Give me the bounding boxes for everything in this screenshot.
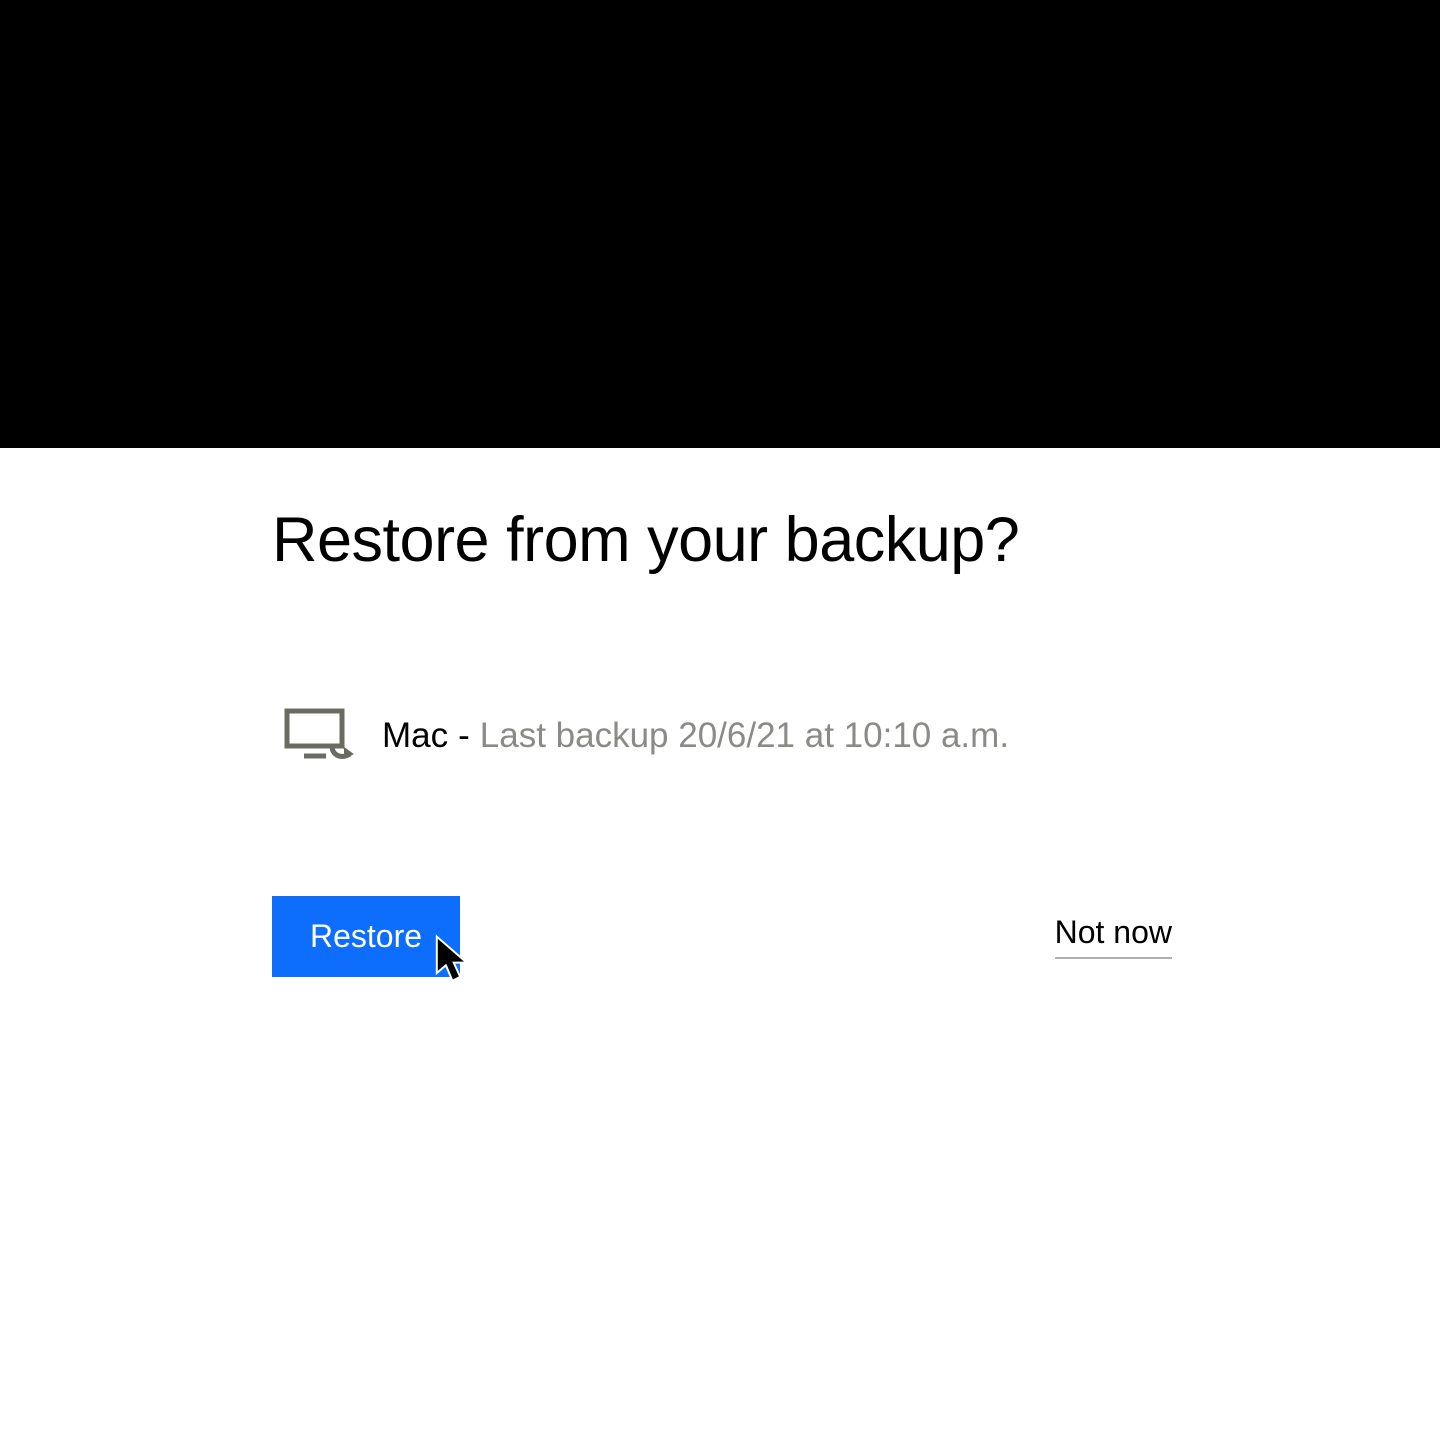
- restore-button[interactable]: Restore: [272, 896, 460, 977]
- backup-info-row: Mac - Last backup 20/6/21 at 10:10 a.m.: [284, 706, 1440, 766]
- monitor-backup-icon: [284, 706, 354, 766]
- backup-text: Mac - Last backup 20/6/21 at 10:10 a.m.: [382, 716, 1009, 756]
- dialog-content: Restore from your backup? Mac - Last bac…: [0, 448, 1440, 977]
- separator: -: [458, 716, 470, 756]
- device-name: Mac: [382, 716, 448, 756]
- backup-detail: Last backup 20/6/21 at 10:10 a.m.: [480, 716, 1009, 756]
- not-now-button[interactable]: Not now: [1055, 914, 1172, 959]
- button-row: Restore Not now: [272, 896, 1172, 977]
- dialog-title: Restore from your backup?: [272, 504, 1440, 576]
- top-banner: [0, 0, 1440, 448]
